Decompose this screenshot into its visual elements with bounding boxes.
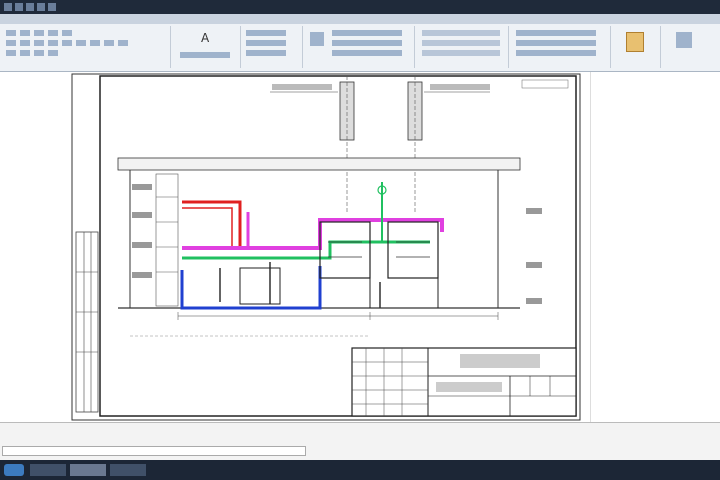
ribbon-panel-layers	[242, 26, 303, 68]
level-marker	[526, 262, 542, 268]
polyline-tool-button[interactable]	[20, 30, 30, 36]
view-cube-button[interactable]	[676, 32, 692, 48]
edit-attributes-button[interactable]	[332, 50, 402, 56]
trim-tool-button[interactable]	[48, 40, 58, 46]
move-tool-button[interactable]	[6, 40, 16, 46]
ribbon-panel-properties	[416, 26, 509, 68]
insert-block-button[interactable]	[310, 32, 324, 46]
drawing-sheet	[71, 73, 581, 421]
app-menu-icon[interactable]	[4, 3, 12, 11]
ribbon-tab[interactable]	[124, 14, 154, 24]
ribbon-panel-utilities	[510, 26, 611, 68]
rotate-tool-button[interactable]	[34, 40, 44, 46]
ribbon-tabs	[0, 14, 720, 24]
group-button[interactable]	[516, 40, 596, 46]
hatch-tool-button[interactable]	[48, 50, 58, 56]
drawing-title	[436, 382, 502, 392]
layer-properties-button[interactable]	[246, 30, 286, 36]
edit-block-button[interactable]	[332, 40, 402, 46]
stretch-tool-button[interactable]	[6, 50, 16, 56]
level-marker	[132, 272, 152, 278]
ribbon-panel-block	[304, 26, 415, 68]
save-icon[interactable]	[15, 3, 23, 11]
command-line	[0, 422, 720, 460]
explorer-icon[interactable]	[30, 464, 66, 476]
right-margin	[590, 72, 720, 422]
redo-icon[interactable]	[37, 3, 45, 11]
ribbon-tab[interactable]	[44, 14, 74, 24]
taskbar	[0, 460, 720, 480]
callout-note-left	[272, 84, 332, 90]
start-icon[interactable]	[4, 464, 24, 476]
erase-tool-button[interactable]	[34, 50, 44, 56]
command-input[interactable]	[2, 446, 306, 456]
level-marker	[132, 212, 152, 218]
dimension-tool-button[interactable]	[180, 52, 230, 58]
paste-icon[interactable]	[626, 32, 644, 52]
scale-tool-button[interactable]	[76, 40, 86, 46]
print-icon[interactable]	[48, 3, 56, 11]
level-marker	[526, 298, 542, 304]
text-tool-button[interactable]: A	[198, 30, 212, 48]
mirror-tool-button[interactable]	[62, 40, 72, 46]
text-tool-icon: A	[201, 31, 210, 45]
quick-access-toolbar	[4, 3, 56, 11]
copy-tool-button[interactable]	[20, 40, 30, 46]
browser-icon[interactable]	[110, 464, 146, 476]
explode-tool-button[interactable]	[20, 50, 30, 56]
ungroup-button[interactable]	[516, 50, 596, 56]
svg-text:A: A	[201, 31, 210, 45]
roof-slab	[117, 157, 521, 171]
rectangle-tool-button[interactable]	[62, 30, 72, 36]
array-tool-button[interactable]	[118, 40, 128, 46]
level-marker	[526, 208, 542, 214]
undo-icon[interactable]	[26, 3, 34, 11]
line-tool-button[interactable]	[6, 30, 16, 36]
layer-lock-button[interactable]	[246, 50, 286, 56]
ribbon: A	[0, 24, 720, 72]
linetype-dropdown[interactable]	[422, 40, 500, 46]
project-title	[460, 354, 540, 368]
ribbon-tab[interactable]	[80, 14, 118, 24]
level-marker	[132, 242, 152, 248]
lineweight-dropdown[interactable]	[422, 50, 500, 56]
measure-button[interactable]	[516, 30, 596, 36]
create-block-button[interactable]	[332, 30, 402, 36]
layer-freeze-button[interactable]	[246, 40, 286, 46]
ribbon-panel-draw	[2, 26, 171, 68]
ribbon-tab[interactable]	[4, 14, 38, 24]
level-marker	[132, 184, 152, 190]
ribbon-panel-view	[662, 26, 718, 68]
circle-tool-button[interactable]	[34, 30, 44, 36]
ribbon-panel-annotation: A	[172, 26, 241, 68]
drawing-canvas[interactable]	[70, 72, 590, 422]
ribbon-panel-clipboard	[612, 26, 661, 68]
offset-tool-button[interactable]	[90, 40, 100, 46]
title-block	[351, 347, 577, 417]
left-margin	[0, 72, 70, 422]
ribbon-tab[interactable]	[160, 14, 192, 24]
color-dropdown[interactable]	[422, 30, 500, 36]
fillet-tool-button[interactable]	[104, 40, 114, 46]
autocad-icon[interactable]	[70, 464, 106, 476]
arc-tool-button[interactable]	[48, 30, 58, 36]
title-bar	[0, 0, 720, 14]
callout-note-right	[430, 84, 490, 90]
